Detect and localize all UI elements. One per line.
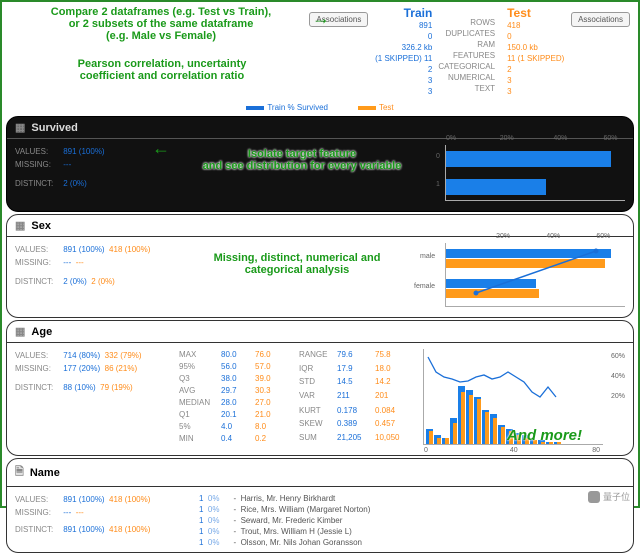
chart-survived: 0% 20% 40% 60% 0 1	[445, 145, 625, 201]
chart-age: 60% 40% 20% 0 40 80	[423, 349, 603, 445]
stats-age: VALUES: 714 (80%) 332 (79%) MISSING: 177…	[15, 349, 165, 445]
stats-survived: VALUES: 891 (100%) MISSING: --- DISTINCT…	[15, 145, 185, 201]
card-title: Survived	[31, 122, 77, 134]
card-sex: 1 ▦Sex VALUES: 891 (100%) 418 (100%) MIS…	[6, 214, 634, 318]
stats-name: VALUES: 891 (100%) 418 (100%) MISSING: -…	[15, 493, 185, 548]
name-counts: 1 0% 1 0% 1 0% 1 0% 1 0%	[199, 493, 219, 548]
grid-icon: ▦	[15, 325, 25, 338]
text-icon: 🗎	[15, 463, 24, 482]
card-title: Name	[30, 467, 60, 479]
header: Associations Train 891 0 326.2 kb (1 SKI…	[2, 2, 638, 101]
train-title: Train	[368, 6, 432, 20]
grid-icon: ▦	[15, 121, 25, 134]
associations-button-left[interactable]: Associations	[309, 12, 368, 27]
name-samples: - Harris, Mr. Henry Birkhardt - Rice, Mr…	[233, 493, 370, 548]
watermark: 量子位	[588, 490, 630, 503]
card-age: 2 ▦Age VALUES: 714 (80%) 332 (79%) MISSI…	[6, 320, 634, 456]
watermark-icon	[588, 491, 600, 503]
numeric-stats-2: RANGE79.675.8IQR17.918.0STD14.514.2VAR21…	[299, 349, 409, 445]
metric-labels: ROWS DUPLICATES RAM FEATURES CATEGORICAL…	[438, 6, 501, 97]
numeric-stats-1: MAX80.076.095%56.057.0Q338.039.0AVG29.73…	[179, 349, 285, 445]
card-name: 3 🗎Name VALUES: 891 (100%) 418 (100%) MI…	[6, 458, 634, 553]
chart-sex: 20% 40% 60% male female	[445, 243, 625, 307]
card-title: Sex	[31, 220, 51, 232]
grid-icon: ▦	[15, 219, 25, 232]
card-title: Age	[31, 326, 52, 338]
stats-sex: VALUES: 891 (100%) 418 (100%) MISSING: -…	[15, 243, 185, 307]
train-column: Train 891 0 326.2 kb (1 SKIPPED) 11 2 3 …	[368, 6, 438, 97]
test-column: Test 418 0 150.0 kb 11 (1 SKIPPED) 2 3 3	[501, 6, 571, 97]
associations-button-right[interactable]: Associations	[571, 12, 630, 27]
card-survived: ▦ Survived VALUES: 891 (100%) MISSING: --…	[6, 116, 634, 212]
test-title: Test	[507, 6, 571, 20]
legend: Train % Survived Test	[2, 101, 638, 114]
